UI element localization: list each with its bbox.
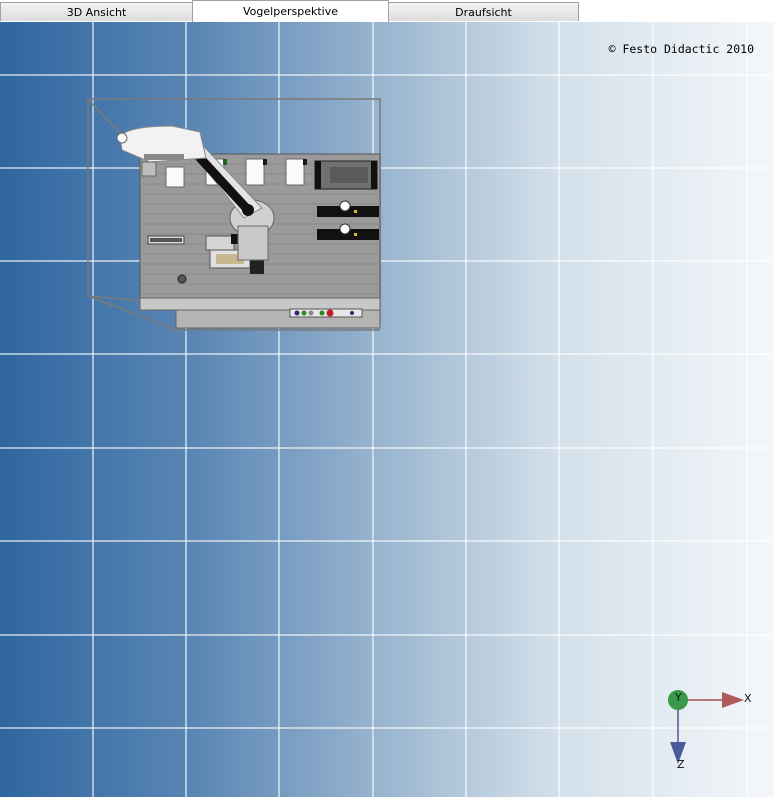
robot-workstation-model[interactable] <box>0 22 774 797</box>
view-tab-bar: 3D Ansicht Vogelperspektive Draufsicht <box>0 0 774 22</box>
x-axis-label: X <box>744 692 752 705</box>
axis-gizmo: X Y Z <box>668 690 752 771</box>
3d-viewport[interactable]: © Festo Didactic 2010 X Y Z <box>0 22 774 797</box>
z-axis-label: Z <box>677 758 685 771</box>
y-axis-label: Y <box>674 691 682 704</box>
tab-birds-eye-view[interactable]: Vogelperspektive <box>192 0 389 22</box>
x-axis-arrow <box>722 692 744 708</box>
tab-3d-view[interactable]: 3D Ansicht <box>0 2 193 21</box>
tab-top-view[interactable]: Draufsicht <box>388 2 579 21</box>
